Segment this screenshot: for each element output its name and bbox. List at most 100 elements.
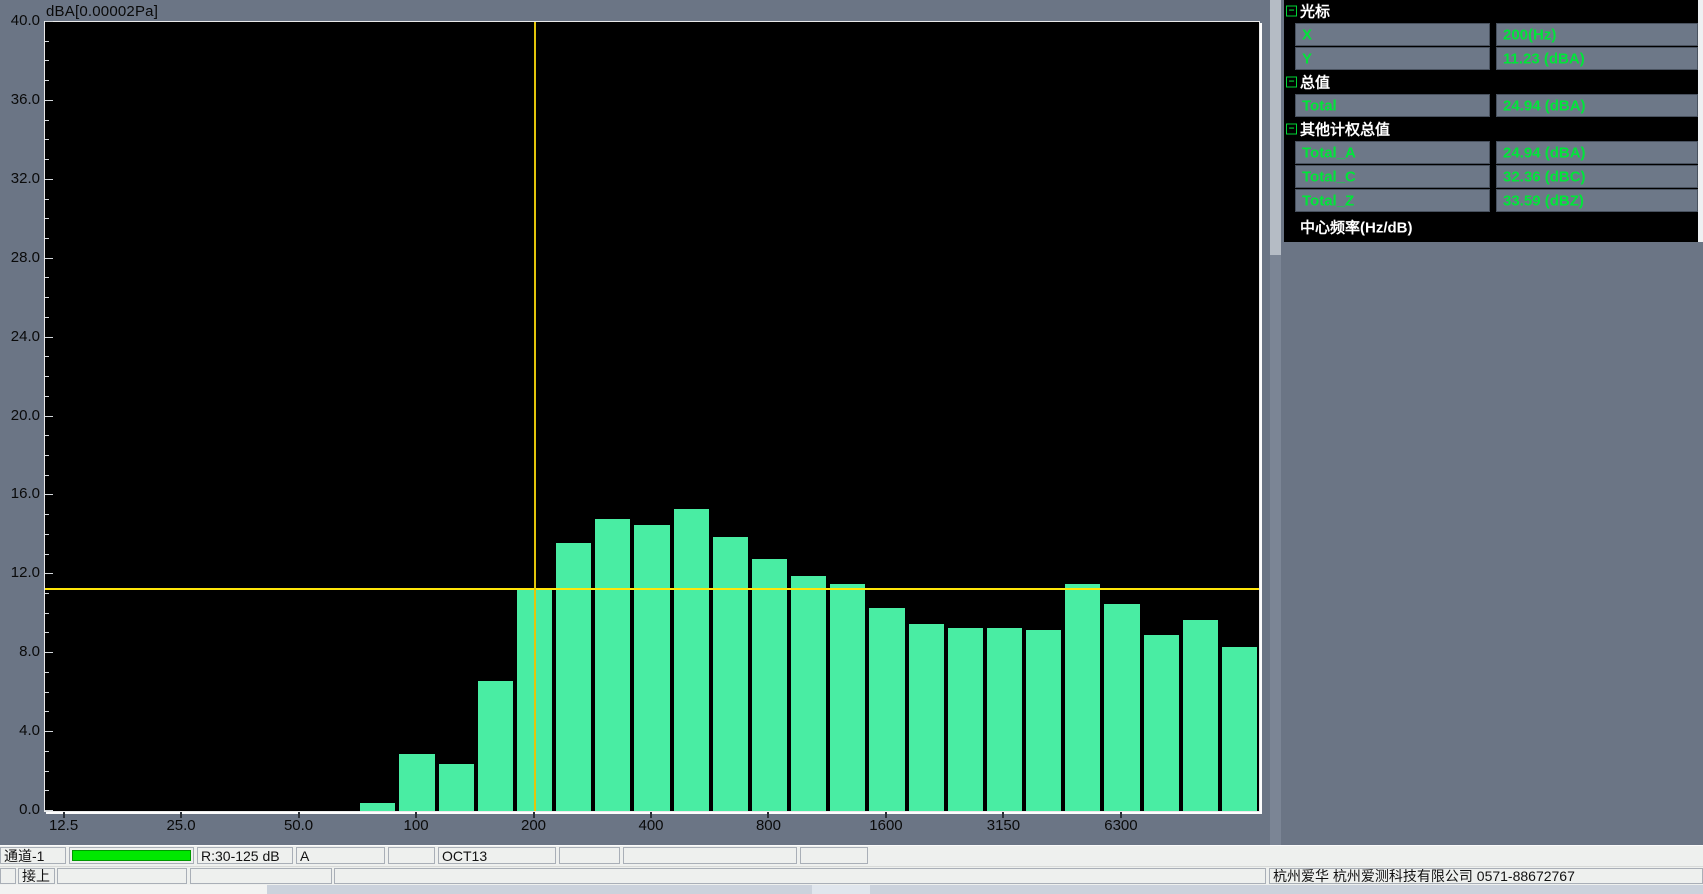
panel-row-value: 11.23 (dBA): [1496, 47, 1698, 70]
company-info-cell: 杭州爱华 杭州爱测科技有限公司 0571-88672767: [1269, 868, 1703, 884]
panel-scrollbar-track[interactable]: [1270, 0, 1281, 885]
y-axis-label: 24.0: [0, 329, 40, 344]
status2-cell-empty: [334, 868, 1266, 884]
spectrum-bar-2500hz[interactable]: [948, 628, 983, 811]
spectrum-plot[interactable]: [44, 21, 1260, 812]
y-minor-tick: [45, 751, 49, 752]
panel-row-value: 200(Hz): [1496, 23, 1698, 46]
y-axis-label: 28.0: [0, 250, 40, 265]
spectrum-bar-1000hz[interactable]: [791, 576, 826, 811]
spectrum-bar-630hz[interactable]: [713, 537, 748, 811]
x-axis-label: 800: [733, 817, 803, 834]
y-minor-tick: [45, 711, 49, 712]
status-cell-empty: [623, 847, 797, 864]
spectrum-bar-3150hz[interactable]: [987, 628, 1022, 811]
status-cell-OCT13: OCT13: [438, 847, 556, 864]
panel-row-y[interactable]: Y11.23 (dBA): [1284, 47, 1698, 70]
spectrum-bar-1600hz[interactable]: [869, 608, 904, 811]
panel-section-title: 其他计权总值: [1300, 119, 1390, 140]
y-minor-tick: [45, 672, 49, 673]
panel-row-value: 24.94 (dBA): [1496, 141, 1698, 164]
y-minor-tick: [45, 41, 49, 42]
panel-section-header: 中心频率(Hz/dB): [1284, 213, 1698, 240]
spectrum-bar-2000hz[interactable]: [909, 624, 944, 811]
y-minor-tick: [45, 159, 49, 160]
y-minor-tick: [45, 199, 49, 200]
spectrum-bar-800hz[interactable]: [752, 559, 787, 811]
x-axis-label: 12.5: [29, 817, 99, 834]
y-major-tick: [45, 258, 53, 259]
taskbar-edge-strip-mid: [267, 885, 812, 894]
y-minor-tick: [45, 238, 49, 239]
y-minor-tick: [45, 218, 49, 219]
y-minor-tick: [45, 534, 49, 535]
spectrum-bar-315hz[interactable]: [595, 519, 630, 811]
panel-row-total[interactable]: Total24.94 (dBA): [1284, 94, 1698, 117]
y-minor-tick: [45, 613, 49, 614]
y-major-tick: [45, 810, 53, 811]
spectrum-bar-500hz[interactable]: [674, 509, 709, 811]
x-axis-label: 100: [381, 817, 451, 834]
x-axis-label: 25.0: [146, 817, 216, 834]
panel-row-value: 24.94 (dBA): [1496, 94, 1698, 117]
panel-row-label: Total_Z: [1295, 189, 1490, 212]
spectrum-bar-1250hz[interactable]: [830, 584, 865, 811]
y-minor-tick: [45, 632, 49, 633]
y-minor-tick: [45, 356, 49, 357]
y-minor-tick: [45, 277, 49, 278]
spectrum-bar-6300hz[interactable]: [1104, 604, 1139, 811]
y-major-tick: [45, 573, 53, 574]
measurement-panel: −光标X200(Hz)Y11.23 (dBA)−总值Total24.94 (dB…: [1284, 0, 1698, 886]
x-axis-label: 400: [616, 817, 686, 834]
spectrum-bar-4000hz[interactable]: [1026, 630, 1061, 811]
panel-row-total_a[interactable]: Total_A24.94 (dBA): [1284, 141, 1698, 164]
spectrum-bar-8000hz[interactable]: [1144, 635, 1179, 811]
taskbar-edge-strip-light: [812, 885, 870, 894]
collapse-icon[interactable]: −: [1286, 77, 1297, 88]
cursor-vertical-line: [534, 22, 536, 811]
panel-row-total_z[interactable]: Total_Z 33.59 (dBZ): [1284, 189, 1698, 212]
y-axis-label: 36.0: [0, 92, 40, 107]
spectrum-bar-125hz[interactable]: [439, 764, 474, 811]
spectrum-bar-160hz[interactable]: [478, 681, 513, 811]
status2-cell-接上: 接上: [18, 868, 55, 884]
chart-unit-title: dBA[0.00002Pa]: [46, 3, 158, 20]
y-major-tick: [45, 100, 53, 101]
y-minor-tick: [45, 790, 49, 791]
panel-scrollbar-thumb[interactable]: [1270, 0, 1281, 255]
status2-cell-empty: [57, 868, 187, 884]
y-minor-tick: [45, 297, 49, 298]
y-axis-label: 40.0: [0, 13, 40, 28]
panel-row-label: X: [1295, 23, 1490, 46]
panel-row-value: 33.59 (dBZ): [1496, 189, 1698, 212]
spectrum-bar-10000hz[interactable]: [1183, 620, 1218, 811]
spectrum-bar-400hz[interactable]: [634, 525, 669, 811]
spectrum-bar-80hz[interactable]: [360, 803, 395, 811]
status-bar-secondary: 接上 杭州爱华 杭州爱测科技有限公司 0571-88672767: [0, 866, 1703, 886]
y-minor-tick: [45, 514, 49, 515]
app-window: dBA[0.00002Pa] 40.036.032.028.024.020.01…: [0, 0, 1703, 894]
cursor-horizontal-line: [45, 588, 1259, 590]
collapse-icon[interactable]: −: [1286, 124, 1297, 135]
panel-section-header: −其他计权总值: [1284, 118, 1698, 140]
spectrum-bar-100hz[interactable]: [399, 754, 434, 811]
channel-color-cell: [69, 847, 194, 864]
panel-section-header: −光标: [1284, 0, 1698, 22]
spectrum-bar-250hz[interactable]: [556, 543, 591, 811]
taskbar-edge-strip-left: [0, 885, 267, 894]
spectrum-bar-12500hz[interactable]: [1222, 647, 1257, 811]
x-axis-label: 6300: [1086, 817, 1156, 834]
y-minor-tick: [45, 771, 49, 772]
panel-row-total_c[interactable]: Total_C32.36 (dBC): [1284, 165, 1698, 188]
spectrum-bar-5000hz[interactable]: [1065, 584, 1100, 811]
x-axis-label: 3150: [968, 817, 1038, 834]
y-minor-tick: [45, 317, 49, 318]
y-minor-tick: [45, 692, 49, 693]
collapse-icon[interactable]: −: [1286, 6, 1297, 17]
status-bar-channel: 通道-1R:30-125 dBAOCT13: [0, 845, 1703, 867]
y-minor-tick: [45, 455, 49, 456]
taskbar-edge-strip-right: [870, 885, 1703, 894]
status2-cell-empty: [0, 868, 16, 884]
panel-row-x[interactable]: X 200(Hz): [1284, 23, 1698, 46]
y-major-tick: [45, 337, 53, 338]
